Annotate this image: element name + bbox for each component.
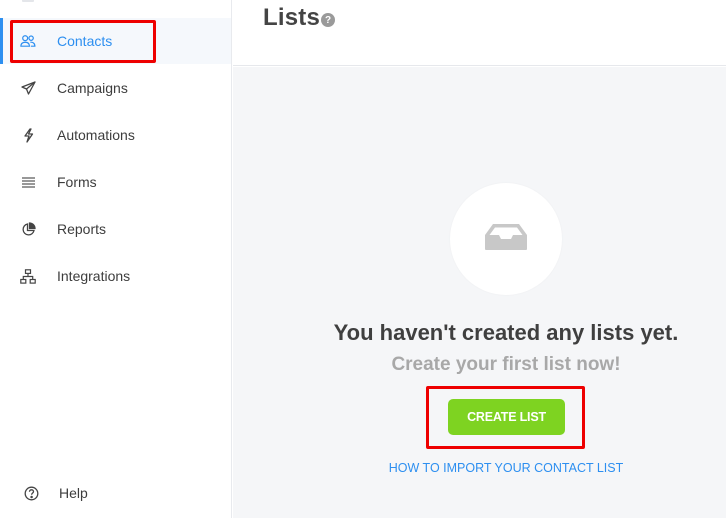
page-title: Lists — [263, 4, 321, 31]
inbox-icon — [484, 223, 528, 256]
sidebar-item-reports[interactable]: Reports — [0, 206, 231, 252]
import-contacts-link[interactable]: HOW TO IMPORT YOUR CONTACT LIST — [233, 461, 726, 475]
main-content: You haven't created any lists yet. Creat… — [233, 67, 726, 518]
sidebar-item-label: Integrations — [57, 268, 131, 284]
sidebar-item-contacts[interactable]: Contacts — [0, 18, 231, 64]
paper-plane-icon — [20, 80, 36, 96]
sidebar-item-label: Contacts — [57, 33, 113, 49]
help-circle-icon — [23, 485, 39, 501]
sidebar-item-forms[interactable]: Forms — [0, 159, 231, 205]
sidebar-item-integrations[interactable]: Integrations — [0, 253, 231, 299]
sidebar-item-label: Campaigns — [57, 80, 128, 96]
pie-chart-icon — [20, 221, 36, 237]
sidebar: Contacts Campaigns Automations Forms Rep… — [0, 0, 232, 518]
help-icon[interactable]: ? — [321, 13, 335, 27]
sitemap-icon — [20, 268, 36, 284]
sidebar-item-automations[interactable]: Automations — [0, 112, 231, 158]
sidebar-item-help[interactable]: Help — [0, 470, 231, 516]
sidebar-item-label: Reports — [57, 221, 107, 237]
sidebar-item-label: Forms — [57, 174, 97, 190]
create-list-button[interactable]: CREATE LIST — [448, 399, 565, 435]
sidebar-item-campaigns[interactable]: Campaigns — [0, 65, 231, 111]
sidebar-item-label: Automations — [57, 127, 135, 143]
users-icon — [20, 33, 36, 49]
empty-state-subtitle: Create your first list now! — [391, 354, 621, 375]
empty-state-illustration — [450, 183, 562, 295]
sidebar-top-item-icon — [22, 0, 34, 2]
empty-state-title: You haven't created any lists yet. — [333, 320, 679, 345]
sidebar-item-label: Help — [59, 485, 88, 501]
lines-icon — [20, 174, 36, 190]
lightning-icon — [20, 127, 36, 143]
page-header: Lists ? — [233, 0, 726, 66]
